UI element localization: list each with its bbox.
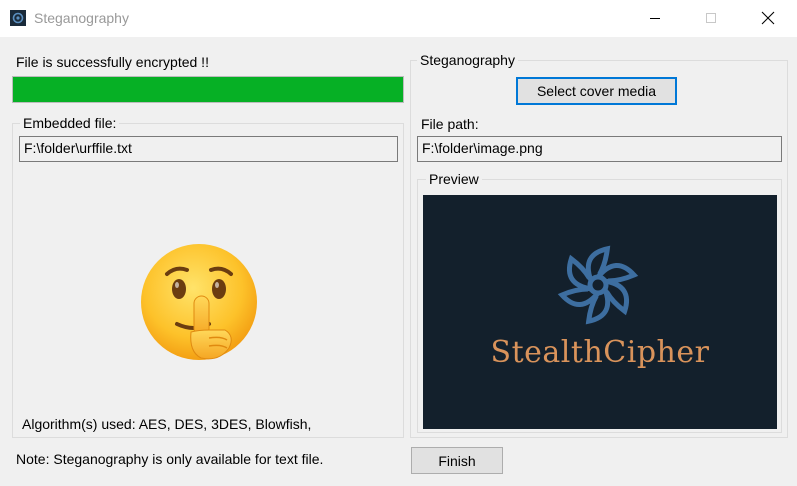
stealthcipher-logo-icon [557,245,639,325]
algorithms-used-text: Algorithm(s) used: AES, DES, 3DES, Blowf… [22,416,312,432]
maximize-icon [706,13,716,23]
steganography-group-label: Steganography [417,52,518,68]
window-title: Steganography [34,10,129,26]
close-icon [761,11,775,25]
preview-label: Preview [426,171,482,187]
note-text: Note: Steganography is only available fo… [16,451,324,467]
status-message: File is successfully encrypted !! [16,54,209,70]
embedded-file-group: Embedded file: F:\folder\urffile.txt Alg… [12,115,404,438]
embedded-file-path-field[interactable]: F:\folder\urffile.txt [19,136,398,162]
select-cover-media-button[interactable]: Select cover media [516,77,677,105]
minimize-icon [650,18,660,19]
preview-group: Preview StealthCipher [417,171,782,433]
app-cipher-icon [10,10,26,26]
maximize-button[interactable] [688,0,734,36]
title-bar: Steganography [0,0,797,37]
cover-file-path-field[interactable]: F:\folder\image.png [417,136,782,162]
progress-bar [12,76,404,103]
minimize-button[interactable] [632,0,678,36]
progress-fill [13,77,403,102]
steganography-group: Steganography Select cover media File pa… [410,52,788,438]
preview-brand-text: StealthCipher [490,335,710,370]
shushing-face-icon [139,244,264,364]
finish-button[interactable]: Finish [411,447,503,474]
file-path-label: File path: [421,116,479,132]
cover-image-preview: StealthCipher [423,195,777,429]
embedded-file-label: Embedded file: [20,115,120,131]
close-button[interactable] [745,0,791,36]
